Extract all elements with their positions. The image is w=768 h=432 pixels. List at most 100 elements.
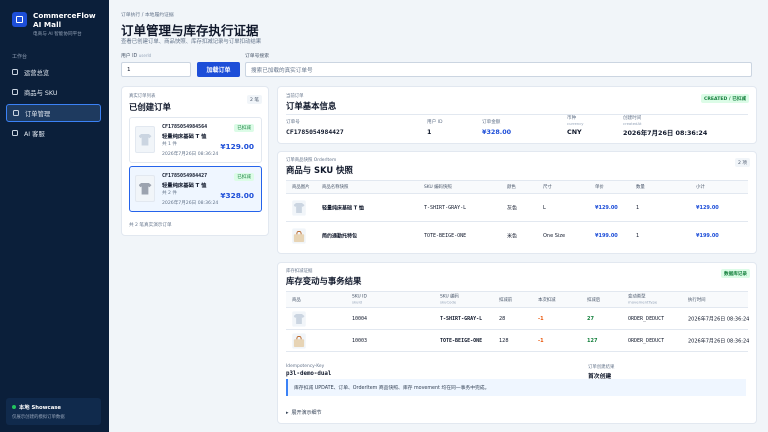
- brand-subtitle: 电商与 AI 智能协同平台: [33, 32, 82, 37]
- product-thumbnail: [292, 199, 306, 216]
- showcase-title: 本地 Showcase: [19, 405, 62, 411]
- main-content: 订单执行 / 本地履约证据 订单管理与库存执行证据 查看已创建订单、商品快照、库…: [109, 0, 768, 432]
- cell: 128: [499, 337, 509, 344]
- sku-table-header: 商品图片 商品名称快照 SKU 编码快照 颜色 尺寸 单价 数量 小计: [286, 180, 748, 194]
- chevron-right-icon: ▸: [286, 409, 289, 416]
- cell: 10003: [352, 337, 368, 344]
- cell: ¥199.00: [595, 233, 618, 239]
- order-quantity: 共 2 件: [162, 191, 178, 196]
- user-id-label: 用户 ID userId: [121, 53, 152, 59]
- app-logo-icon: [12, 12, 27, 27]
- table-row: 简约通勤托特包 TOTE-BEIGE-ONE 米色 One Size ¥199.…: [286, 222, 748, 250]
- col-header: 商品名称快照: [322, 185, 349, 190]
- sidebar-item-label: AI 客服: [24, 130, 45, 138]
- load-orders-button[interactable]: 加载订单: [197, 62, 240, 77]
- product-thumbnail: [292, 310, 306, 327]
- order-amount: ¥328.00: [220, 191, 254, 200]
- tshirt-icon: [138, 182, 152, 195]
- cell: ORDER_DEDUCT: [628, 337, 665, 344]
- order-number: CF1785054984564: [162, 124, 208, 130]
- sku-eyebrow: 订单商品快照 OrderItem: [286, 158, 337, 163]
- col-header: SKU 编码快照: [424, 185, 452, 190]
- col-header: SKU ID skuId: [352, 294, 367, 304]
- cell: TOTE-BEIGE-ONE: [424, 233, 467, 239]
- field-amount: 订单金额 ¥328.00: [482, 120, 512, 136]
- order-info-eyebrow: 当前订单: [286, 94, 304, 99]
- expand-details-toggle[interactable]: ▸ 展开演示细节: [286, 409, 322, 417]
- brand: CommerceFlow AI Mall 电商与 AI 智能协同平台: [12, 11, 103, 37]
- status-dot-icon: [12, 405, 16, 409]
- order-info-title: 订单基本信息: [286, 101, 337, 111]
- showcase-box: 本地 Showcase 仅展示创建的模拟订单数据: [6, 398, 101, 425]
- order-number: CF1785054984427: [162, 173, 208, 179]
- col-header: 数量: [636, 185, 645, 190]
- cell: 1: [636, 204, 640, 211]
- order-time: 2026年7月26日 08:36:24: [162, 152, 219, 157]
- sku-snapshot-panel: 订单商品快照 OrderItem 商品与 SKU 快照 2 项 商品图片 商品名…: [277, 151, 757, 254]
- cell: One Size: [543, 233, 566, 239]
- sidebar-item-label: 运营总览: [24, 69, 50, 77]
- breadcrumb: 订单执行 / 本地履约证据: [121, 13, 174, 18]
- col-header: 商品图片: [292, 185, 310, 190]
- order-info-grid: 订单号 CF1785054984427 用户 ID 1 订单金额 ¥328.00 币种…: [286, 114, 748, 138]
- col-header: SKU 编码 skuCode: [440, 294, 459, 304]
- cell: 10004: [352, 315, 368, 322]
- cell: ¥129.00: [595, 204, 618, 211]
- transaction-note: 库存扣减 UPDATE、订单、OrderItem 商品快照、库存 movemen…: [286, 379, 746, 396]
- tshirt-icon: [293, 202, 305, 213]
- order-card[interactable]: CF1785054984564 轻量纯床基础 T 恤 共 1 件 2026年7月…: [129, 117, 262, 163]
- product-thumbnail: [292, 332, 306, 349]
- order-search-label: 订单号搜索: [245, 54, 269, 59]
- order-info-panel: 当前订单 订单基本信息 CREATED / 已扣减 订单号 CF178505498…: [277, 86, 757, 144]
- tshirt-icon: [138, 133, 152, 146]
- product-thumbnail: [135, 175, 155, 202]
- orders-eyebrow: 真实订单列表: [129, 94, 156, 99]
- inventory-title: 库存变动与事务结果: [286, 276, 362, 286]
- idempotency-value: p3l-demo-dual: [286, 371, 332, 377]
- cell: T-SHIRT-GRAY-L: [440, 315, 483, 322]
- col-header: 颜色: [507, 185, 516, 190]
- table-row: 10003 TOTE-BEIGE-ONE 128 -1 127 ORDER_DE…: [286, 330, 749, 352]
- sidebar-item-ai-service[interactable]: AI 客服: [6, 124, 101, 142]
- showcase-desc: 仅展示创建的模拟订单数据: [12, 415, 65, 420]
- txn-result-label: 订单创建结果: [588, 365, 615, 370]
- col-header: 尺寸: [543, 185, 552, 190]
- col-header: 扣减前: [499, 297, 513, 303]
- tshirt-icon: [293, 313, 305, 324]
- sidebar-item-overview[interactable]: 运营总览: [6, 63, 101, 81]
- cell: 米色: [507, 233, 518, 240]
- inventory-table-header: 商品 SKU ID skuId SKU 编码 skuCode 扣减前 本次扣减 扣减…: [286, 291, 748, 308]
- field-currency: 币种 currency CNY: [567, 116, 584, 136]
- cell: 轻量纯床基础 T 恤: [322, 205, 364, 211]
- expand-label: 展开演示细节: [291, 410, 322, 416]
- status-badge: 已扣减: [234, 124, 254, 132]
- orders-count-badge: 2 笔: [247, 95, 262, 104]
- cell: 27: [587, 315, 594, 322]
- cell: 1: [636, 233, 640, 239]
- product-thumbnail: [292, 228, 306, 244]
- sidebar-item-label: 订单管理: [25, 110, 51, 118]
- brand-name: CommerceFlow AI Mall: [33, 11, 96, 29]
- col-header: 商品: [292, 297, 301, 303]
- status-badge: 已扣减: [234, 173, 254, 181]
- order-quantity: 共 1 件: [162, 142, 178, 147]
- orders-footer: 共 2 笔真实演示订单: [129, 223, 172, 228]
- sidebar: CommerceFlow AI Mall 电商与 AI 智能协同平台 工作台 运…: [0, 0, 109, 432]
- sidebar-item-orders[interactable]: 订单管理: [6, 104, 101, 122]
- cell: ¥129.00: [696, 204, 719, 211]
- cell: 灰色: [507, 205, 518, 211]
- cell: ¥199.00: [696, 233, 719, 239]
- order-card-selected[interactable]: CF1785054984427 轻量纯床基础 T 恤 共 2 件 2026年7月…: [129, 166, 262, 212]
- sidebar-item-products[interactable]: 商品与 SKU: [6, 83, 101, 101]
- sku-count-badge: 2 项: [735, 158, 750, 167]
- cell: 简约通勤托特包: [322, 233, 358, 240]
- order-time: 2026年7月26日 08:36:24: [162, 201, 219, 206]
- cell: T-SHIRT-GRAY-L: [424, 204, 467, 211]
- order-icon: [13, 110, 19, 116]
- cell: ORDER_DEDUCT: [628, 315, 665, 322]
- cell: -1: [538, 337, 544, 344]
- order-search-input[interactable]: 搜索已加载的真实订单号: [245, 62, 752, 77]
- col-header: 单价: [595, 185, 604, 190]
- user-id-input[interactable]: 1: [121, 62, 191, 77]
- col-header: 小计: [696, 185, 705, 190]
